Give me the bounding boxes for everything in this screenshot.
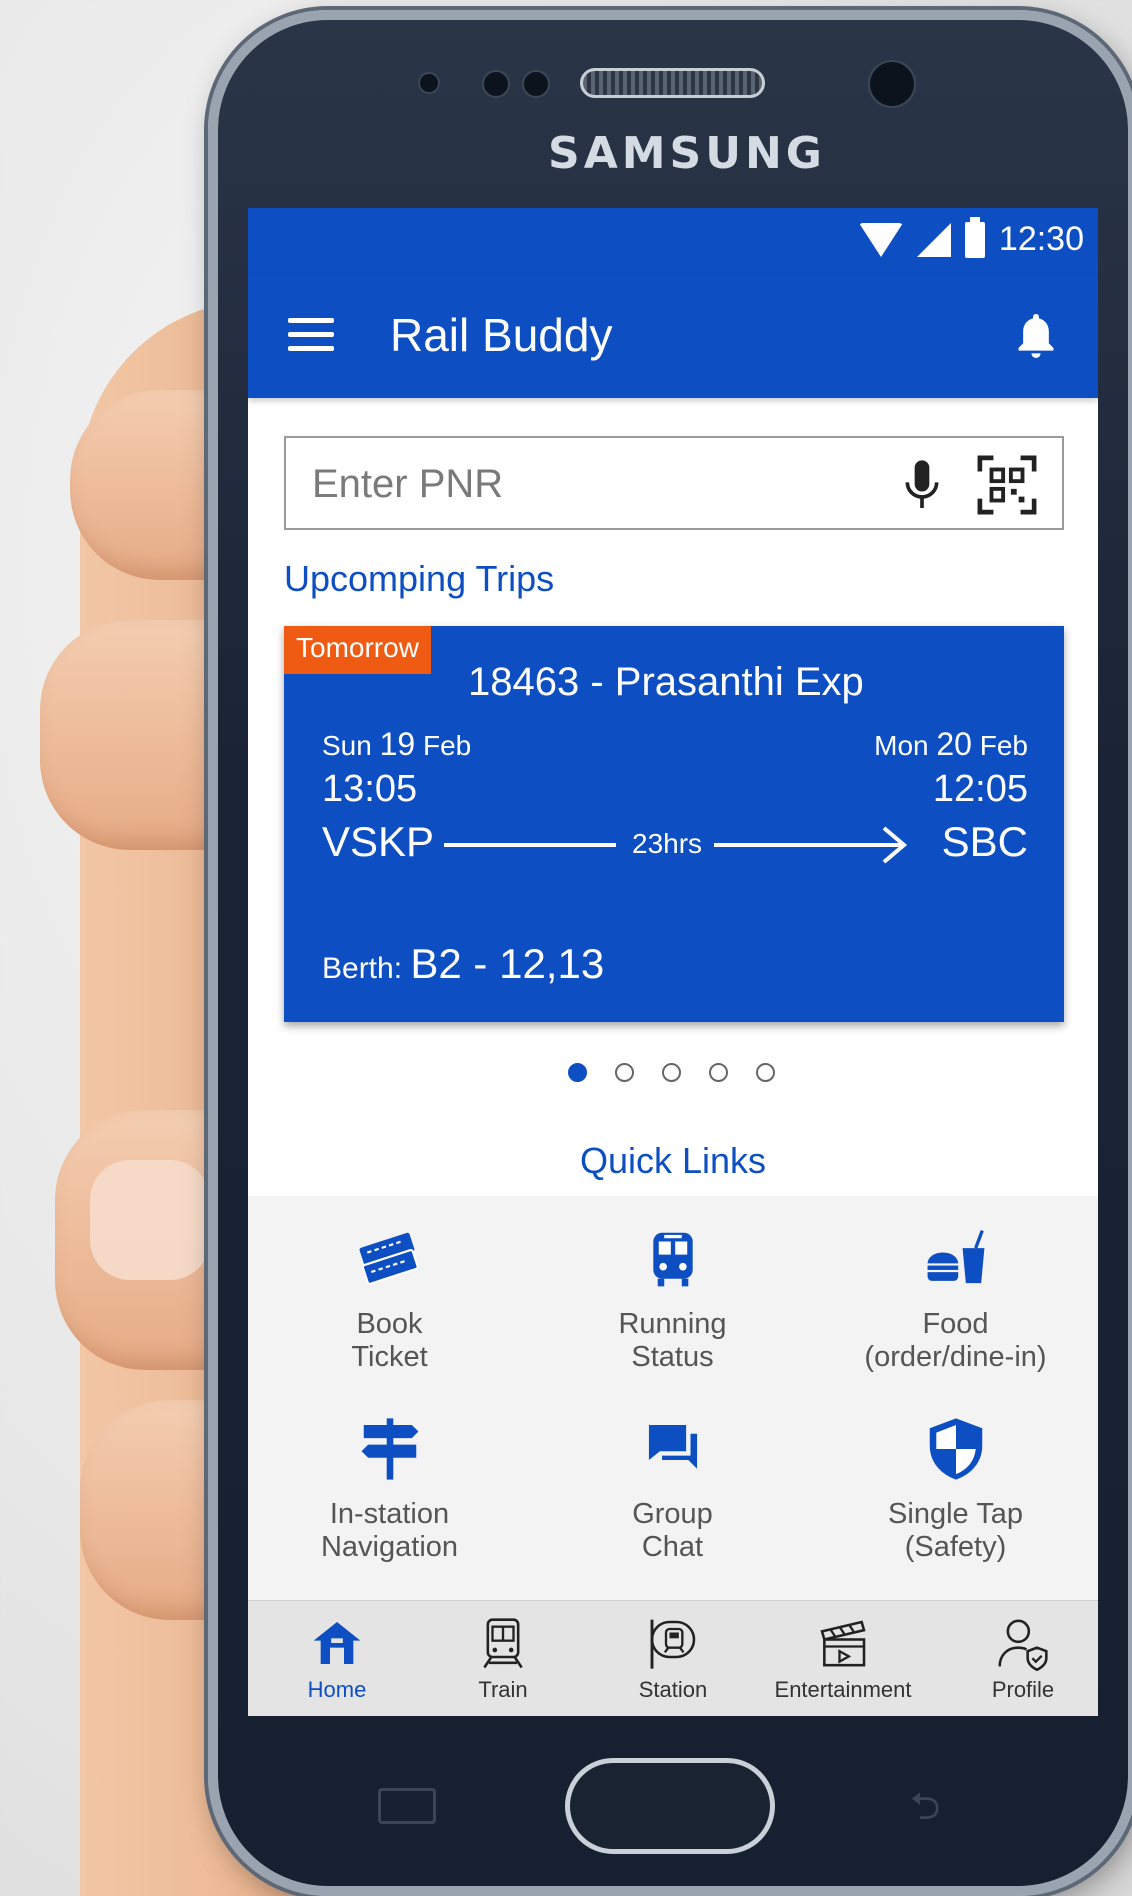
departure-date: Sun 19 Feb bbox=[322, 726, 471, 763]
quick-links-grid: Book Ticket Running Status Food (order/d… bbox=[248, 1196, 1098, 1600]
qr-scan-icon[interactable] bbox=[976, 454, 1038, 516]
quick-link-group-chat[interactable]: Group Chat bbox=[531, 1414, 814, 1564]
status-time: 12:30 bbox=[998, 220, 1084, 258]
quick-link-label-line2: Navigation bbox=[320, 1531, 459, 1563]
berth-info: Berth: B2 - 12,13 bbox=[322, 940, 604, 988]
proximity-sensor bbox=[418, 72, 440, 94]
carousel-dot[interactable] bbox=[709, 1063, 728, 1082]
carousel-dot[interactable] bbox=[756, 1063, 775, 1082]
trip-card[interactable]: Tomorrow 18463 - Prasanthi Exp Sun 19 Fe… bbox=[284, 626, 1064, 1022]
device-brand: SAMSUNG bbox=[548, 128, 826, 179]
nav-train[interactable]: Train bbox=[448, 1615, 558, 1703]
notification-bell-icon[interactable] bbox=[1014, 310, 1058, 362]
home-hardware-button[interactable] bbox=[565, 1758, 775, 1854]
carousel-pager bbox=[568, 1063, 775, 1082]
screen: 12:30 Rail Buddy Upcomping Trips Tomorro… bbox=[248, 208, 1098, 1716]
light-sensor-2 bbox=[522, 70, 550, 98]
bottom-navigation: Home Train Station Entertainment Profile bbox=[248, 1600, 1098, 1716]
arrival-day: Mon bbox=[874, 730, 929, 761]
light-sensor bbox=[482, 70, 510, 98]
front-camera bbox=[868, 60, 916, 108]
arrival-day-number: 20 bbox=[936, 726, 972, 762]
arrival-month: Feb bbox=[979, 730, 1028, 761]
food-icon bbox=[927, 1229, 984, 1284]
back-icon[interactable]: ⮌ bbox=[910, 1788, 974, 1826]
clapperboard-icon bbox=[820, 1620, 866, 1667]
nav-home[interactable]: Home bbox=[282, 1615, 392, 1703]
nav-label: Profile bbox=[991, 1677, 1055, 1702]
carousel-dot[interactable] bbox=[615, 1063, 634, 1082]
battery-icon bbox=[964, 216, 985, 258]
quick-link-label-line1: Food bbox=[922, 1308, 989, 1340]
carousel-dot[interactable] bbox=[662, 1063, 681, 1082]
nav-label: Train bbox=[478, 1677, 528, 1702]
departure-day-number: 19 bbox=[379, 726, 416, 762]
quick-link-label-line2: Status bbox=[631, 1341, 714, 1373]
signpost-icon bbox=[361, 1418, 418, 1480]
nav-label: Entertainment bbox=[774, 1677, 912, 1702]
status-bar: 12:30 bbox=[248, 208, 1098, 274]
departure-time: 13:05 bbox=[322, 768, 418, 810]
app-title: Rail Buddy bbox=[390, 309, 613, 361]
berth-value: B2 - 12,13 bbox=[410, 940, 605, 987]
quick-link-label-line2: (Safety) bbox=[904, 1531, 1007, 1563]
app-bar: Rail Buddy bbox=[248, 274, 1098, 398]
mic-icon[interactable] bbox=[900, 458, 944, 514]
train-front-icon bbox=[652, 1232, 693, 1287]
menu-icon[interactable] bbox=[288, 318, 334, 352]
fingernail bbox=[90, 1160, 210, 1280]
departure-month: Feb bbox=[422, 730, 472, 761]
nav-label: Home bbox=[307, 1677, 367, 1702]
quick-link-label-line1: Single Tap bbox=[888, 1498, 1023, 1530]
chat-icon bbox=[648, 1424, 697, 1469]
ticket-icon bbox=[359, 1232, 419, 1285]
from-station-code: VSKP bbox=[322, 818, 435, 865]
quick-link-label-line2: Chat bbox=[641, 1531, 704, 1563]
arrival-time: 12:05 bbox=[932, 768, 1028, 810]
nav-profile[interactable]: Profile bbox=[968, 1615, 1078, 1703]
quick-link-single-tap-safety[interactable]: Single Tap (Safety) bbox=[814, 1414, 1097, 1564]
quick-link-label-line1: Book bbox=[356, 1308, 423, 1340]
wifi-icon bbox=[858, 222, 903, 257]
quick-link-label-line1: Running bbox=[618, 1308, 727, 1340]
quick-link-label-line2: Ticket bbox=[351, 1341, 428, 1373]
carousel-dot[interactable] bbox=[568, 1063, 587, 1082]
pnr-search-box bbox=[284, 436, 1064, 530]
shield-icon bbox=[929, 1418, 982, 1480]
train-name: 18463 - Prasanthi Exp bbox=[468, 660, 864, 704]
station-icon bbox=[650, 1619, 696, 1669]
profile-icon bbox=[998, 1619, 1048, 1671]
quick-link-label-line1: In-station bbox=[329, 1498, 450, 1530]
quick-link-label-line1: Group bbox=[632, 1498, 713, 1530]
berth-label: Berth: bbox=[322, 952, 403, 985]
nav-label: Station bbox=[638, 1677, 708, 1702]
earpiece-speaker bbox=[580, 68, 765, 98]
home-icon bbox=[313, 1622, 361, 1664]
to-station-code: SBC bbox=[941, 818, 1028, 865]
quick-link-in-station-navigation[interactable]: In-station Navigation bbox=[248, 1414, 531, 1564]
arrival-date: Mon 20 Feb bbox=[874, 726, 1028, 763]
quick-link-book-ticket[interactable]: Book Ticket bbox=[248, 1224, 531, 1374]
recent-apps-icon[interactable] bbox=[378, 1788, 436, 1824]
pnr-input[interactable] bbox=[312, 460, 832, 508]
quick-link-label-line2: (order/dine-in) bbox=[864, 1341, 1047, 1373]
quick-links-title: Quick Links bbox=[579, 1140, 767, 1181]
quick-link-running-status[interactable]: Running Status bbox=[531, 1224, 814, 1374]
upcoming-trips-title: Upcomping Trips bbox=[284, 558, 555, 599]
nav-station[interactable]: Station bbox=[618, 1615, 728, 1703]
departure-day: Sun bbox=[322, 730, 372, 761]
train-icon bbox=[483, 1618, 523, 1669]
quick-link-food[interactable]: Food (order/dine-in) bbox=[814, 1224, 1097, 1374]
trip-badge: Tomorrow bbox=[284, 626, 431, 674]
trip-duration: 23hrs bbox=[632, 828, 703, 859]
nav-entertainment[interactable]: Entertainment bbox=[763, 1615, 923, 1703]
signal-icon bbox=[916, 222, 951, 257]
